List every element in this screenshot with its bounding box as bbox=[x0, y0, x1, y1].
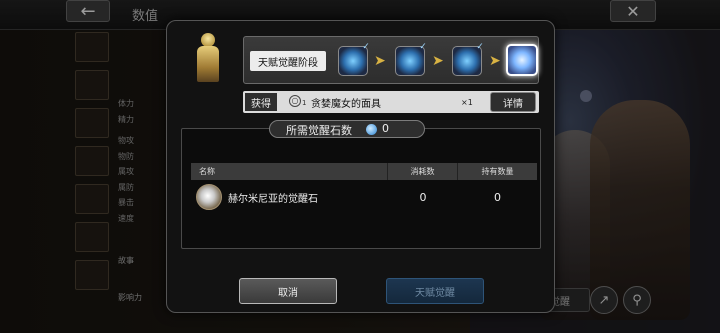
awakening-stone-icon[interactable]: ✓ bbox=[338, 42, 370, 76]
obtain-label: 获得 bbox=[245, 93, 277, 111]
awakening-stone-item-icon bbox=[196, 184, 222, 210]
column-name: 名称 bbox=[191, 163, 388, 180]
cancel-button[interactable]: 取消 bbox=[239, 278, 337, 304]
required-stones-header: 所需觉醒石数 0 bbox=[269, 120, 425, 138]
stone-name-cell: 赫尔米尼亚的觉醒石 bbox=[191, 184, 388, 210]
awaken-button[interactable]: 天赋觉醒 bbox=[386, 278, 484, 304]
awakening-stone-icon[interactable]: ✓ bbox=[395, 42, 427, 76]
stone-used-cell: 0 bbox=[419, 190, 427, 204]
awakening-stage-panel: 天赋觉醒阶段 ✓ ➤ ✓ ➤ ✓ ➤ bbox=[243, 36, 539, 84]
stage-label: 天赋觉醒阶段 bbox=[250, 51, 326, 71]
reward-row: 获得 ○ 1 贪婪魔女的面具 ×1 详情 bbox=[243, 91, 539, 113]
required-value: 0 bbox=[382, 122, 389, 135]
character-portrait bbox=[193, 33, 223, 83]
detail-button[interactable]: 详情 bbox=[490, 92, 536, 112]
awakening-dialog: 天赋觉醒阶段 ✓ ➤ ✓ ➤ ✓ ➤ 获得 ○ 1 贪婪魔女的面具 ×1 详情 … bbox=[166, 20, 555, 313]
column-used: 消耗数 bbox=[388, 163, 458, 180]
stones-table: 名称 消耗数 持有数量 赫尔米尼亚的觉醒石 0 0 bbox=[191, 163, 537, 214]
awakening-stone-final-icon[interactable] bbox=[506, 44, 538, 76]
stone-name: 赫尔米尼亚的觉醒石 bbox=[228, 193, 318, 205]
stone-owned-cell: 0 bbox=[494, 190, 501, 204]
reward-quantity-badge: 1 bbox=[302, 99, 307, 107]
check-icon: ✓ bbox=[362, 42, 370, 52]
gem-icon bbox=[366, 124, 377, 135]
arrow-right-icon: ➤ bbox=[432, 53, 444, 69]
arrow-right-icon: ➤ bbox=[374, 53, 386, 69]
table-row[interactable]: 赫尔米尼亚的觉醒石 0 0 bbox=[191, 180, 537, 214]
cancel-button-label: 取消 bbox=[278, 287, 298, 299]
mask-icon: ○ bbox=[289, 95, 301, 107]
awaken-button-label: 天赋觉醒 bbox=[415, 287, 455, 299]
table-header: 名称 消耗数 持有数量 bbox=[191, 163, 537, 180]
arrow-right-icon: ➤ bbox=[489, 53, 501, 69]
detail-button-label: 详情 bbox=[503, 98, 523, 110]
column-owned: 持有数量 bbox=[458, 163, 537, 180]
awakening-stone-icon[interactable]: ✓ bbox=[452, 42, 484, 76]
reward-item-name: 贪婪魔女的面具 bbox=[311, 99, 381, 110]
check-icon: ✓ bbox=[476, 42, 484, 52]
reward-count: ×1 bbox=[461, 98, 473, 107]
check-icon: ✓ bbox=[419, 42, 427, 52]
required-title: 所需觉醒石数 bbox=[286, 124, 352, 137]
